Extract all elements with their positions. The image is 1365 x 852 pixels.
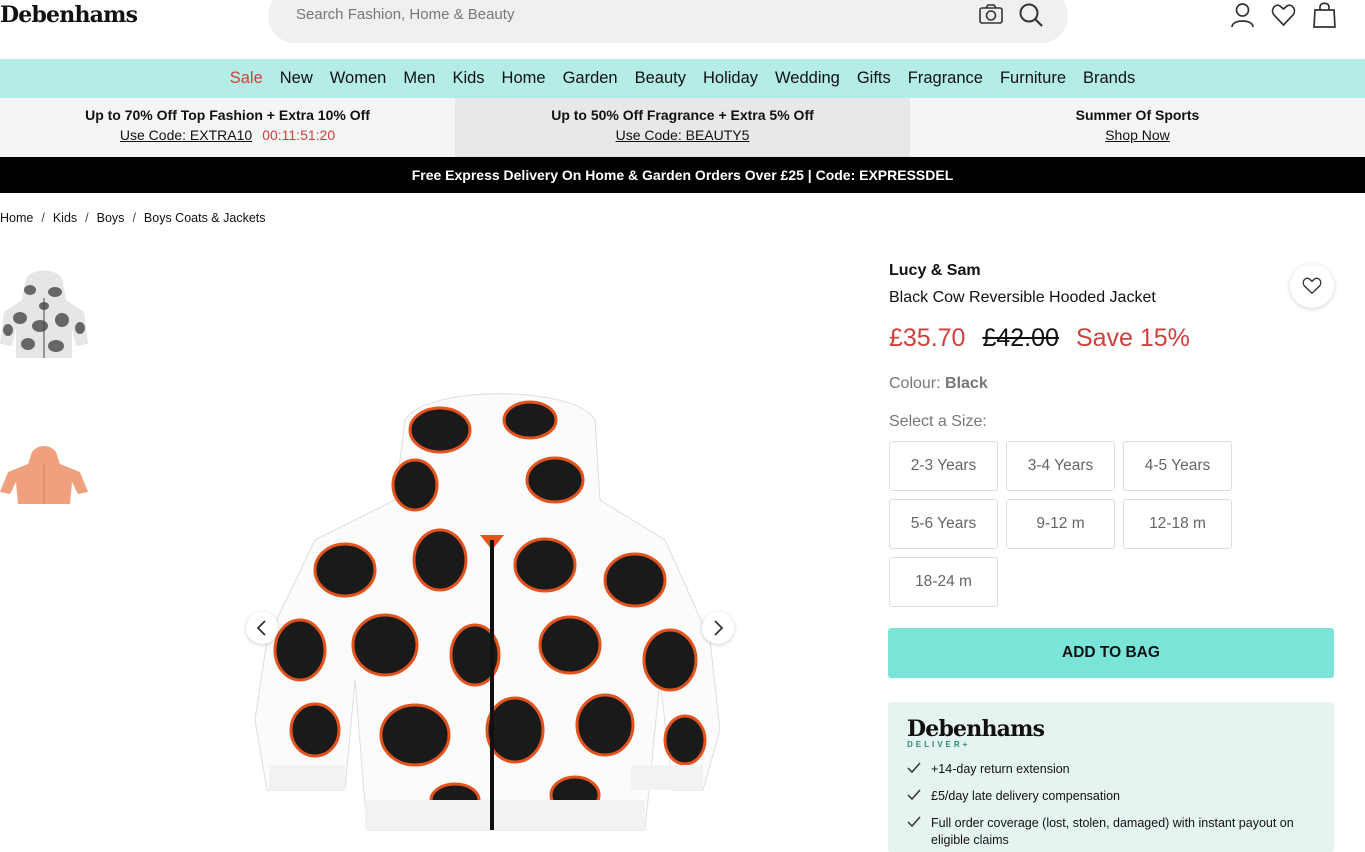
promo-sports[interactable]: Summer Of Sports Shop Now <box>910 98 1365 157</box>
promo-fragrance[interactable]: Up to 50% Off Fragrance + Extra 5% Off U… <box>455 98 910 157</box>
delivery-banner[interactable]: Free Express Delivery On Home & Garden O… <box>0 157 1365 193</box>
thumbnail-reverse[interactable] <box>0 446 88 511</box>
add-to-wishlist-button[interactable] <box>1290 264 1334 308</box>
promo-strip: Up to 70% Off Top Fashion + Extra 10% Of… <box>0 98 1365 157</box>
deliver-plus-sub: DELIVER+ <box>907 740 971 749</box>
nav-item-holiday[interactable]: Holiday <box>703 69 758 88</box>
nav-item-brands[interactable]: Brands <box>1083 69 1135 88</box>
size-option[interactable]: 18-24 m <box>889 557 998 607</box>
size-option[interactable]: 4-5 Years <box>1123 441 1232 491</box>
promo-title: Up to 50% Off Fragrance + Extra 5% Off <box>551 107 814 123</box>
current-price: £35.70 <box>889 324 966 352</box>
promo-code-link[interactable]: Use Code: BEAUTY5 <box>616 127 750 143</box>
thumbnail-front[interactable] <box>0 270 88 365</box>
benefit-text: £5/day late delivery compensation <box>931 789 1121 803</box>
search-icon[interactable] <box>1018 2 1044 33</box>
nav-item-home[interactable]: Home <box>502 69 546 88</box>
nav-item-sale[interactable]: Sale <box>230 69 263 88</box>
nav-item-gifts[interactable]: Gifts <box>857 69 891 88</box>
price-block: £35.70 £42.00 Save 15% <box>889 324 1334 353</box>
site-header: Debenhams <box>0 0 1365 59</box>
size-option[interactable]: 9-12 m <box>1006 499 1115 549</box>
check-icon <box>907 816 921 828</box>
colour-value: Black <box>945 375 988 392</box>
nav-item-wedding[interactable]: Wedding <box>775 69 840 88</box>
nav-item-women[interactable]: Women <box>330 69 387 88</box>
size-option[interactable]: 3-4 Years <box>1006 441 1115 491</box>
save-badge: Save 15% <box>1075 324 1190 352</box>
add-to-bag-button[interactable]: ADD TO BAG <box>888 628 1334 678</box>
heart-icon <box>1302 277 1322 295</box>
nav-item-furniture[interactable]: Furniture <box>1000 69 1066 88</box>
benefit-text: +14-day return extension <box>931 762 1070 776</box>
chevron-right-icon <box>714 620 724 636</box>
product-image <box>254 390 721 835</box>
size-option[interactable]: 5-6 Years <box>889 499 998 549</box>
nav-item-new[interactable]: New <box>280 69 313 88</box>
breadcrumb-kids[interactable]: Kids <box>53 211 77 225</box>
list-item: £5/day late delivery compensation <box>907 788 1315 805</box>
size-label: Select a Size: <box>889 413 987 430</box>
product-name: Black Cow Reversible Hooded Jacket <box>889 289 1156 306</box>
size-selector: 2-3 Years 3-4 Years 4-5 Years 5-6 Years … <box>889 441 1234 607</box>
account-icon[interactable] <box>1230 2 1255 28</box>
debenhams-logo[interactable]: Debenhams <box>0 2 138 28</box>
was-price: £42.00 <box>982 324 1059 352</box>
deliver-plus-benefits: +14-day return extension £5/day late del… <box>907 761 1315 849</box>
product-info: Lucy & Sam Black Cow Reversible Hooded J… <box>889 262 1334 607</box>
bag-icon[interactable] <box>1312 2 1337 28</box>
promo-title: Summer Of Sports <box>1075 107 1200 123</box>
product-brand[interactable]: Lucy & Sam <box>889 262 1334 280</box>
size-option[interactable]: 12-18 m <box>1123 499 1232 549</box>
check-icon <box>907 789 921 801</box>
breadcrumb: Home / Kids / Boys / Boys Coats & Jackets <box>0 211 266 225</box>
main-nav: Sale New Women Men Kids Home Garden Beau… <box>0 59 1365 98</box>
promo-title: Up to 70% Off Top Fashion + Extra 10% Of… <box>85 107 370 123</box>
carousel-prev-button[interactable] <box>246 612 278 644</box>
nav-item-fragrance[interactable]: Fragrance <box>908 69 983 88</box>
list-item: +14-day return extension <box>907 761 1315 778</box>
promo-countdown: 00:11:51:20 <box>262 127 336 143</box>
nav-item-garden[interactable]: Garden <box>563 69 618 88</box>
promo-fashion[interactable]: Up to 70% Off Top Fashion + Extra 10% Of… <box>0 98 455 157</box>
promo-code-link[interactable]: Use Code: EXTRA10 <box>120 127 252 143</box>
search-bar <box>268 0 1068 43</box>
carousel-next-button[interactable] <box>702 612 734 644</box>
nav-item-beauty[interactable]: Beauty <box>635 69 686 88</box>
camera-icon[interactable] <box>978 3 1004 30</box>
promo-shop-link[interactable]: Shop Now <box>1105 127 1170 143</box>
wishlist-icon[interactable] <box>1271 2 1296 28</box>
deliver-plus-logo: Debenhams <box>907 716 1045 742</box>
header-actions <box>1230 2 1337 28</box>
check-icon <box>907 762 921 774</box>
colour-label: Colour: <box>889 375 941 392</box>
nav-item-kids[interactable]: Kids <box>452 69 484 88</box>
deliver-plus-panel: Debenhams DELIVER+ +14-day return extens… <box>888 702 1334 852</box>
breadcrumb-coats-jackets[interactable]: Boys Coats & Jackets <box>144 211 266 225</box>
colour-row: Colour: Black <box>889 375 1334 393</box>
breadcrumb-home[interactable]: Home <box>0 211 33 225</box>
breadcrumb-boys[interactable]: Boys <box>97 211 125 225</box>
search-input[interactable] <box>296 6 946 23</box>
nav-item-men[interactable]: Men <box>403 69 435 88</box>
size-option[interactable]: 2-3 Years <box>889 441 998 491</box>
chevron-left-icon <box>256 620 266 636</box>
